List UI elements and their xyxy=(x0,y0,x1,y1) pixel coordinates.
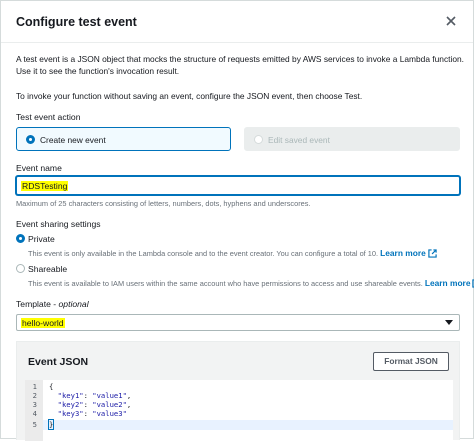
modal-description: A test event is a JSON object that mocks… xyxy=(16,53,466,77)
code-line: { xyxy=(49,382,54,391)
json-code-editor[interactable]: 1 2 3 4 5 { "key1": "value1", "key2": "v… xyxy=(25,380,453,441)
shareable-learn-more-link[interactable]: Learn more xyxy=(425,278,474,288)
line-number: 2 xyxy=(32,391,37,400)
radio-selected-icon xyxy=(26,135,35,144)
close-icon[interactable] xyxy=(443,13,459,29)
description-line-1: A test event is a JSON object that mocks… xyxy=(16,54,464,64)
private-description: This event is only available in the Lamb… xyxy=(28,248,437,258)
radio-selected-icon xyxy=(16,234,25,243)
edit-saved-event-label: Edit saved event xyxy=(268,135,330,145)
shareable-description-text: This event is available to IAM users wit… xyxy=(28,279,423,288)
json-key: "key3" xyxy=(57,409,84,418)
modal-title: Configure test event xyxy=(16,15,137,29)
json-key: "key2" xyxy=(57,400,84,409)
description-line-3: To invoke your function without saving a… xyxy=(16,91,363,101)
json-comma: , xyxy=(126,391,132,400)
shareable-description: This event is available to IAM users wit… xyxy=(28,278,474,288)
radio-unselected-icon xyxy=(16,264,25,273)
event-name-input[interactable]: RDSTesting xyxy=(16,176,460,195)
configure-test-event-modal: Configure test event A test event is a J… xyxy=(0,0,474,441)
edit-saved-event-option: Edit saved event xyxy=(244,127,460,151)
code-line: } xyxy=(47,419,55,430)
caret-down-icon xyxy=(445,320,453,325)
template-select[interactable]: hello-world xyxy=(16,314,460,331)
event-name-label: Event name xyxy=(16,163,62,173)
template-label-text: Template xyxy=(16,299,51,309)
code-line: "key3": "value3" xyxy=(57,409,127,418)
json-key: "key1" xyxy=(57,391,84,400)
format-json-button[interactable]: Format JSON xyxy=(373,352,449,371)
event-json-title: Event JSON xyxy=(28,356,89,368)
template-label: Template - optional xyxy=(16,299,89,309)
event-sharing-label: Event sharing settings xyxy=(16,219,101,229)
template-label-separator: - xyxy=(50,299,59,309)
line-number: 3 xyxy=(32,400,37,409)
test-event-action-label: Test event action xyxy=(16,112,81,122)
line-number: 5 xyxy=(32,420,37,429)
json-value: "value1" xyxy=(92,391,127,400)
shareable-label: Shareable xyxy=(28,264,68,274)
private-label: Private xyxy=(28,234,55,244)
event-name-value: RDSTesting xyxy=(21,181,69,191)
external-link-icon xyxy=(428,249,437,258)
event-name-hint: Maximum of 25 characters consisting of l… xyxy=(16,199,311,208)
line-number: 1 xyxy=(32,382,37,391)
code-line: "key2": "value2", xyxy=(57,400,132,409)
create-new-event-label: Create new event xyxy=(40,135,106,145)
closing-brace: } xyxy=(47,419,55,430)
learn-more-text: Learn more xyxy=(424,278,471,288)
modal-header: Configure test event xyxy=(1,1,473,43)
radio-disabled-icon xyxy=(254,135,263,144)
json-value: "value2" xyxy=(92,400,127,409)
create-new-event-option[interactable]: Create new event xyxy=(16,127,231,151)
template-optional-text: optional xyxy=(58,299,89,309)
private-learn-more-link[interactable]: Learn more xyxy=(380,248,437,258)
private-description-text: This event is only available in the Lamb… xyxy=(28,249,379,258)
event-json-panel: Event JSON Format JSON 1 2 3 4 5 { "key1… xyxy=(16,341,460,441)
json-comma: , xyxy=(126,400,132,409)
learn-more-text: Learn more xyxy=(380,248,426,258)
active-line-highlight xyxy=(43,420,453,430)
line-number: 4 xyxy=(32,409,37,418)
json-value: "value3" xyxy=(92,409,127,418)
description-line-2: Use it to see the function's invocation … xyxy=(16,66,180,76)
template-selected-value: hello-world xyxy=(21,318,65,328)
code-line: "key1": "value1", xyxy=(57,391,132,400)
